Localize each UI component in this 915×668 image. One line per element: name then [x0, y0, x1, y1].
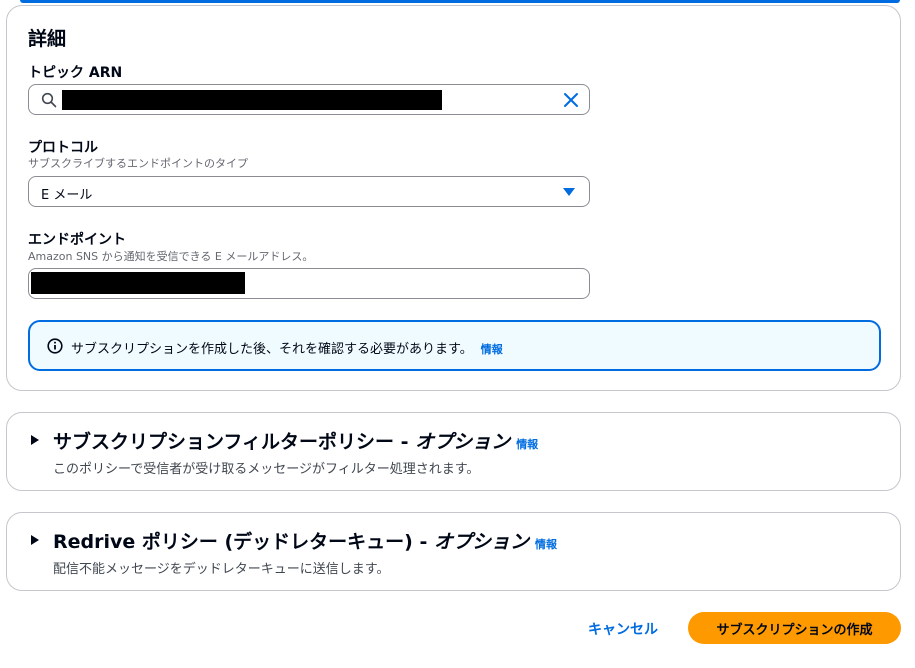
protocol-description: サブスクライブするエンドポイントのタイプ [28, 157, 248, 170]
filter-policy-title: サブスクリプションフィルターポリシー - [53, 431, 416, 453]
panel-title: 詳細 [28, 28, 67, 50]
info-link[interactable]: 情報 [481, 343, 503, 356]
protocol-selected-value: E メール [41, 188, 93, 203]
info-link[interactable]: 情報 [535, 538, 557, 551]
protocol-label: プロトコル [28, 140, 98, 156]
filter-policy-description: このポリシーで受信者が受け取るメッセージがフィルター処理されます。 [53, 462, 480, 477]
top-accent-bar [20, 0, 900, 3]
redrive-policy-description: 配信不能メッセージをデッドレターキューに送信します。 [53, 562, 390, 577]
redrive-policy-panel: Redrive ポリシー (デッドレターキュー) - オプション 情報 配信不能メ… [6, 512, 901, 591]
create-subscription-button[interactable]: サブスクリプションの作成 [688, 612, 901, 644]
filter-policy-panel: サブスクリプションフィルターポリシー - オプション 情報 このポリシーで受信者が… [6, 412, 901, 491]
optional-label: オプション [415, 431, 511, 453]
info-link[interactable]: 情報 [516, 438, 538, 451]
topic-arn-label: トピック ARN [28, 65, 123, 81]
protocol-select[interactable]: E メール [28, 176, 590, 207]
redrive-policy-header[interactable]: Redrive ポリシー (デッドレターキュー) - オプション 情報 [53, 527, 557, 554]
endpoint-description: Amazon SNS から通知を受信できる E メールアドレス。 [28, 250, 314, 263]
redacted-value [62, 90, 442, 110]
optional-label: オプション [433, 531, 529, 553]
search-icon [41, 92, 57, 108]
details-panel: 詳細 トピック ARN プロトコル サブスクライブするエンドポイントのタイプ E… [6, 5, 901, 391]
caret-down-icon [563, 188, 575, 196]
caret-right-icon[interactable] [31, 435, 39, 445]
redacted-value [31, 272, 245, 294]
caret-right-icon[interactable] [31, 535, 39, 545]
topic-arn-input[interactable] [28, 84, 590, 115]
cancel-button[interactable]: キャンセル [588, 619, 658, 639]
endpoint-input[interactable] [28, 268, 590, 299]
endpoint-label: エンドポイント [28, 232, 126, 248]
info-alert: サブスクリプションを作成した後、それを確認する必要があります。 情報 [28, 320, 881, 371]
redrive-policy-title: Redrive ポリシー (デッドレターキュー) - [53, 531, 434, 553]
info-icon [47, 338, 63, 354]
alert-message: サブスクリプションを作成した後、それを確認する必要があります。 [71, 342, 473, 357]
close-icon[interactable] [563, 92, 579, 108]
filter-policy-header[interactable]: サブスクリプションフィルターポリシー - オプション 情報 [53, 427, 538, 454]
